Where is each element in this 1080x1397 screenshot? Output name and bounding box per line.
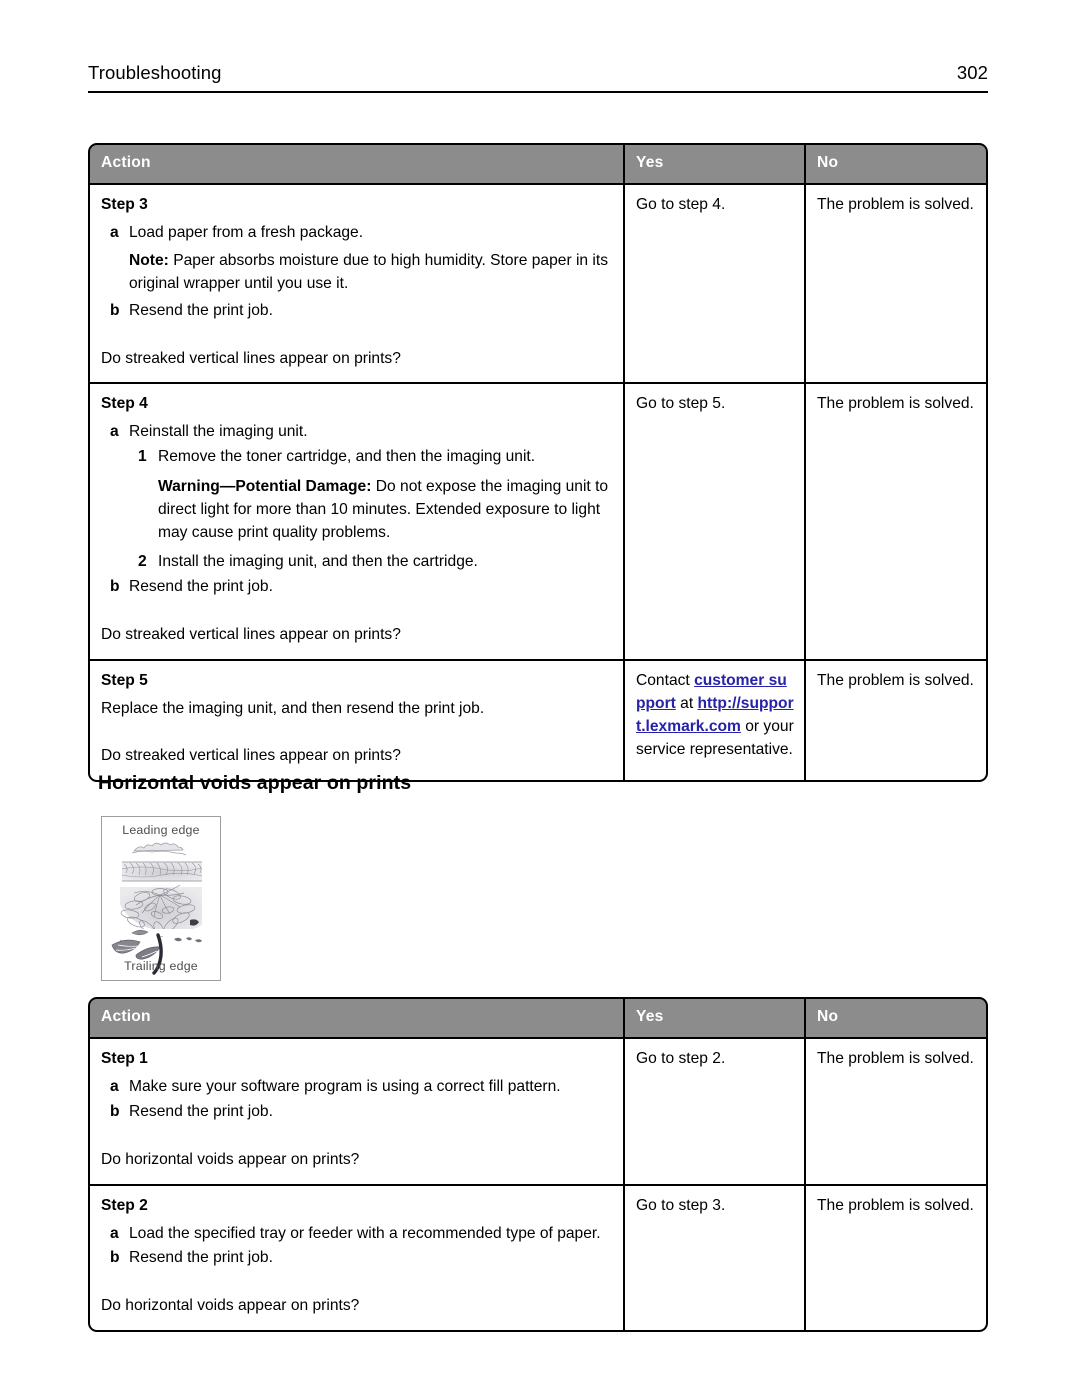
figure-trailing-edge-label: Trailing edge xyxy=(124,959,198,973)
sub-list-item: 1 Remove the toner cartridge, and then t… xyxy=(101,446,614,469)
list-item: a Load paper from a fresh package. xyxy=(101,222,614,245)
page-number: 302 xyxy=(956,62,988,83)
note-text: Paper absorbs moisture due to high humid… xyxy=(129,251,609,292)
step-body-text: Replace the imaging unit, and then resen… xyxy=(101,699,485,717)
step-title: Step 4 xyxy=(101,395,148,413)
cell-no: The problem is solved. xyxy=(806,384,988,661)
list-item-text: Resend the print job. xyxy=(129,577,273,595)
yes-answer: Go to step 2. xyxy=(636,1049,726,1067)
header-section-title: Troubleshooting xyxy=(88,62,222,83)
cell-no: The problem is solved. xyxy=(806,184,988,385)
list-marker: b xyxy=(110,301,120,319)
note-label: Note: xyxy=(129,251,169,269)
list-item-text: Resend the print job. xyxy=(129,1249,273,1267)
cell-yes: Go to step 3. xyxy=(625,1185,806,1333)
horizontal-voids-illustration: Leading edge Trailing edge xyxy=(101,816,221,981)
step-title: Step 2 xyxy=(101,1196,148,1214)
cell-action: Step 1 a Make sure your software program… xyxy=(88,1038,625,1186)
contact-prefix-text: Contact xyxy=(636,671,695,689)
note-block: Note: Paper absorbs moisture due to high… xyxy=(101,250,614,296)
list-marker: b xyxy=(110,1249,120,1267)
list-item: a Load the specified tray or feeder with… xyxy=(101,1223,614,1246)
yes-answer: Go to step 5. xyxy=(636,395,726,413)
cell-action: Step 2 a Load the specified tray or feed… xyxy=(88,1185,625,1333)
list-item-text: Resend the print job. xyxy=(129,1102,273,1120)
cell-action: Step 5 Replace the imaging unit, and the… xyxy=(88,660,625,782)
column-header-action: Action xyxy=(88,997,625,1039)
yes-answer: Go to step 4. xyxy=(636,195,726,213)
cell-yes: Go to step 5. xyxy=(625,384,806,661)
troubleshooting-table-streaked-vertical-lines: Action Yes No Step 3 a Load paper from a… xyxy=(88,143,988,782)
cell-no: The problem is solved. xyxy=(806,1185,988,1333)
cell-action: Step 3 a Load paper from a fresh package… xyxy=(88,184,625,385)
no-answer: The problem is solved. xyxy=(817,195,974,213)
list-item: a Make sure your software program is usi… xyxy=(101,1076,614,1099)
yes-answer: Go to step 3. xyxy=(636,1196,726,1214)
table-header-row: Action Yes No xyxy=(88,143,988,185)
list-marker: a xyxy=(110,1077,119,1095)
sub-list-item-text: Install the imaging unit, and then the c… xyxy=(158,552,478,570)
cell-yes: Go to step 4. xyxy=(625,184,806,385)
verification-question: Do streaked vertical lines appear on pri… xyxy=(101,746,401,764)
column-header-action: Action xyxy=(88,143,625,185)
cell-yes: Go to step 2. xyxy=(625,1038,806,1186)
cell-no: The problem is solved. xyxy=(806,1038,988,1186)
table-row: Step 1 a Make sure your software program… xyxy=(88,1038,988,1186)
yes-answer-contact-support: Contact customer support at http://suppo… xyxy=(636,670,795,762)
column-header-no: No xyxy=(806,143,988,185)
cell-action: Step 4 a Reinstall the imaging unit. 1 R… xyxy=(88,384,625,661)
table-row: Step 2 a Load the specified tray or feed… xyxy=(88,1185,988,1333)
page-title: Horizontal voids appear on prints xyxy=(98,772,412,794)
table-header-row: Action Yes No xyxy=(88,997,988,1039)
page-running-header: Troubleshooting 302 xyxy=(88,62,988,93)
no-answer: The problem is solved. xyxy=(817,395,974,413)
list-item-text: Make sure your software program is using… xyxy=(129,1077,561,1095)
warning-block: Warning—Potential Damage: Do not expose … xyxy=(101,476,614,545)
warning-label: Warning—Potential Damage: xyxy=(158,478,372,496)
step-title: Step 5 xyxy=(101,671,148,689)
sub-list-marker: 2 xyxy=(138,552,147,570)
no-answer: The problem is solved. xyxy=(817,1196,974,1214)
sub-list-item: 2 Install the imaging unit, and then the… xyxy=(101,551,614,574)
list-item-text: Reinstall the imaging unit. xyxy=(129,423,308,441)
verification-question: Do horizontal voids appear on prints? xyxy=(101,1297,360,1315)
header-divider-rule xyxy=(88,91,988,93)
table-row: Step 3 a Load paper from a fresh package… xyxy=(88,184,988,385)
chrysanthemum-print-defect-graphic xyxy=(111,842,208,975)
verification-question: Do horizontal voids appear on prints? xyxy=(101,1150,360,1168)
list-item: b Resend the print job. xyxy=(101,1247,614,1270)
verification-question: Do streaked vertical lines appear on pri… xyxy=(101,349,401,367)
step-title: Step 1 xyxy=(101,1049,148,1067)
table-row: Step 4 a Reinstall the imaging unit. 1 R… xyxy=(88,384,988,661)
troubleshooting-table-horizontal-voids: Action Yes No Step 1 a Make sure your so… xyxy=(88,997,988,1333)
list-item-text: Load the specified tray or feeder with a… xyxy=(129,1224,601,1242)
sub-list-item-text: Remove the toner cartridge, and then the… xyxy=(158,448,536,466)
list-marker: b xyxy=(110,577,120,595)
column-header-yes: Yes xyxy=(625,143,806,185)
list-marker: a xyxy=(110,223,119,241)
contact-middle-text: at xyxy=(675,694,698,712)
no-answer: The problem is solved. xyxy=(817,671,974,689)
list-item: b Resend the print job. xyxy=(101,300,614,323)
list-item: b Resend the print job. xyxy=(101,576,614,599)
list-marker: a xyxy=(110,423,119,441)
list-item-text: Resend the print job. xyxy=(129,301,273,319)
table-row: Step 5 Replace the imaging unit, and the… xyxy=(88,660,988,782)
step-title: Step 3 xyxy=(101,195,148,213)
cell-yes: Contact customer support at http://suppo… xyxy=(625,660,806,782)
list-item-text: Load paper from a fresh package. xyxy=(129,223,364,241)
list-item: b Resend the print job. xyxy=(101,1101,614,1124)
list-item: a Reinstall the imaging unit. xyxy=(101,421,614,444)
sub-list-marker: 1 xyxy=(138,448,147,466)
verification-question: Do streaked vertical lines appear on pri… xyxy=(101,625,401,643)
column-header-yes: Yes xyxy=(625,997,806,1039)
cell-no: The problem is solved. xyxy=(806,660,988,782)
column-header-no: No xyxy=(806,997,988,1039)
list-marker: a xyxy=(110,1224,119,1242)
list-marker: b xyxy=(110,1102,120,1120)
no-answer: The problem is solved. xyxy=(817,1049,974,1067)
